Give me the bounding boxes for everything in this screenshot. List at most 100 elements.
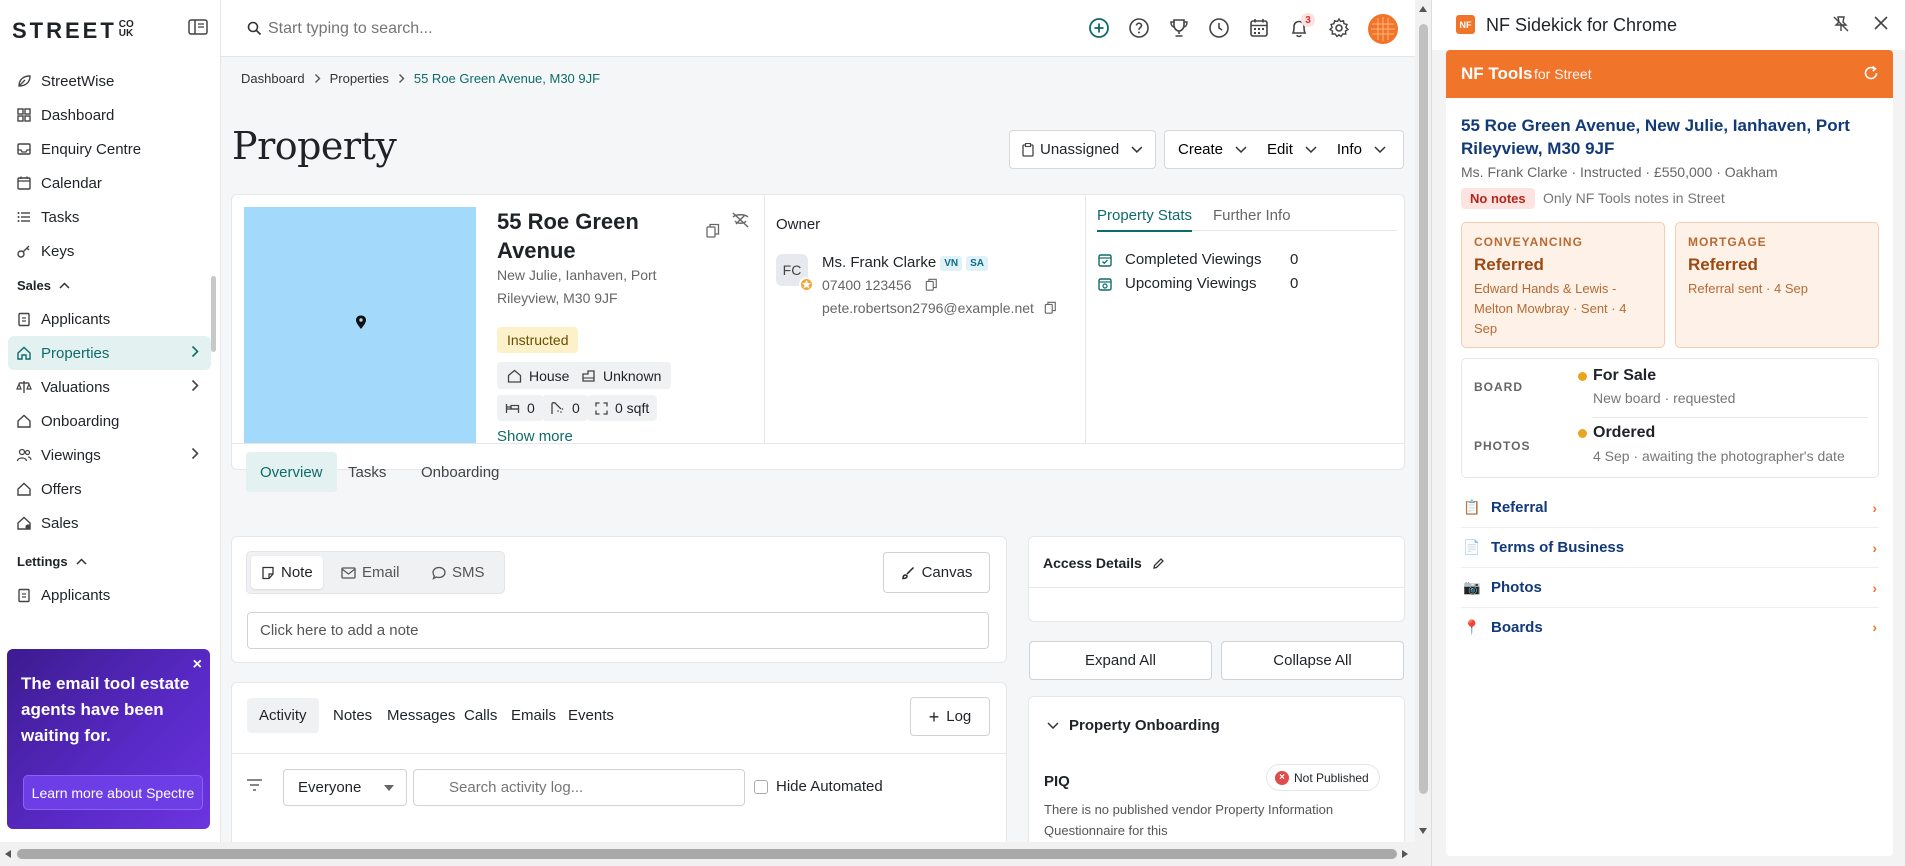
gear-icon[interactable] [1327,16,1351,40]
plus-circle-icon[interactable] [1087,16,1111,40]
scroll-up-icon[interactable] [1419,6,1427,12]
sidebar-item-tasks[interactable]: Tasks [0,200,221,234]
owner-email[interactable]: pete.robertson2796@example.net [822,300,1034,316]
filter-icon[interactable] [246,779,263,791]
close-icon[interactable]: × [193,656,202,674]
stat-value: 0 [1290,251,1299,268]
scrollbar-thumb[interactable] [1419,24,1428,794]
sidebar-scrollbar[interactable] [211,276,216,352]
clock-icon[interactable] [1207,16,1231,40]
breadcrumb-dashboard[interactable]: Dashboard [241,71,305,86]
sidekick-header: NF NF Sidekick for Chrome [1432,0,1905,50]
breadcrumb-properties[interactable]: Properties [330,71,389,86]
copy-icon[interactable] [706,223,720,238]
pencil-icon[interactable] [1152,557,1165,570]
boards-link[interactable]: 📍 Boards › [1461,607,1879,647]
sidebar-section-sales[interactable]: Sales [0,268,221,302]
checkbox[interactable] [754,779,768,794]
scroll-right-icon[interactable] [1402,850,1408,858]
tab-activity[interactable]: Activity [247,698,319,733]
tab-property-stats[interactable]: Property Stats [1097,207,1193,232]
note-tab[interactable]: Note [251,556,323,589]
tab-tasks[interactable]: Tasks [334,452,400,492]
onboarding-header[interactable]: Property Onboarding [1047,717,1220,734]
sidebar-item-valuations[interactable]: Valuations [0,370,221,404]
copy-icon[interactable] [1044,301,1057,314]
mortgage-card[interactable]: MORTGAGE Referred Referral sent · 4 Sep [1675,222,1879,348]
assign-dropdown[interactable]: Unassigned [1009,130,1156,169]
map-hide-icon[interactable] [731,212,750,229]
sidebar-item-label: Dashboard [41,106,115,124]
owner-tag-sa: SA [966,256,988,271]
street-logo[interactable]: STREET CO UK [12,18,134,44]
email-tab[interactable]: Email [331,556,410,589]
everyone-select[interactable]: Everyone [283,769,407,806]
sidebar-item-sales[interactable]: Sales [0,506,221,540]
trophy-icon[interactable] [1167,16,1191,40]
sidebar-item-lettings-applicants[interactable]: Applicants [0,578,221,612]
global-search-input[interactable] [268,17,628,41]
canvas-button[interactable]: Canvas [883,552,990,593]
tab-overview[interactable]: Overview [246,452,337,492]
sidebar-item-enquiry-centre[interactable]: Enquiry Centre [0,132,221,166]
conveyancing-card[interactable]: CONVEYANCING Referred Edward Hands & Lew… [1461,222,1665,348]
promo-text: The email tool estate agents have been w… [21,674,190,745]
user-avatar[interactable] [1368,14,1398,44]
collapse-all-button[interactable]: Collapse All [1221,641,1404,680]
scroll-left-icon[interactable] [5,850,11,858]
expand-all-button[interactable]: Expand All [1029,641,1212,680]
photos-link[interactable]: 📷 Photos › [1461,568,1879,608]
horizontal-scrollbar[interactable] [0,842,1431,866]
sidebar-section-lettings[interactable]: Lettings [0,544,221,578]
chevron-right-icon [191,447,199,460]
sidebar-toggle-icon[interactable] [188,19,210,37]
note-input[interactable]: Click here to add a note [247,612,989,649]
scrollbar-thumb[interactable] [17,849,1397,859]
sidekick-address[interactable]: 55 Roe Green Avenue, New Julie, Ianhaven… [1461,114,1886,160]
sidebar-item-calendar[interactable]: Calendar [0,166,221,200]
sidebar-item-applicants[interactable]: Applicants [0,302,221,336]
sidebar-item-viewings[interactable]: Viewings [0,438,221,472]
owner-name[interactable]: Ms. Frank Clarke [822,254,936,271]
log-button[interactable]: + Log [910,697,990,736]
everyone-value: Everyone [298,779,362,796]
referral-link[interactable]: 📋 Referral › [1461,488,1879,528]
board-row[interactable]: BOARD For Sale New board · requested [1462,359,1880,417]
tab-further-info[interactable]: Further Info [1213,207,1291,230]
sidebar-item-onboarding[interactable]: Onboarding [0,404,221,438]
copy-icon[interactable] [925,278,938,291]
owner-phone[interactable]: 07400 123456 [822,277,912,293]
photos-row[interactable]: PHOTOS Ordered 4 Sep · awaiting the phot… [1462,417,1880,475]
edit-dropdown[interactable]: Edit [1257,131,1327,168]
sidebar-item-offers[interactable]: Offers [0,472,221,506]
sidebar-item-properties[interactable]: Properties [8,336,211,370]
tab-onboarding[interactable]: Onboarding [407,452,513,492]
log-label: Log [946,708,972,725]
calendar-icon[interactable] [1247,16,1271,40]
unpin-icon[interactable] [1832,15,1850,33]
terms-of-business-link[interactable]: 📄 Terms of Business › [1461,528,1879,568]
conveyancing-detail: Edward Hands & Lewis - Melton Mowbray · … [1474,281,1627,336]
bell-icon[interactable]: 3 [1287,13,1315,40]
tab-events[interactable]: Events [556,698,626,733]
help-icon[interactable] [1127,16,1151,40]
property-map[interactable] [244,207,476,443]
property-type: House [529,367,570,384]
create-dropdown[interactable]: Create [1165,131,1257,168]
activity-search-input[interactable] [413,769,745,806]
learn-more-button[interactable]: Learn more about Spectre [23,775,203,810]
refresh-icon[interactable] [1863,65,1879,81]
info-dropdown[interactable]: Info [1327,131,1396,168]
close-icon[interactable] [1873,15,1889,31]
sidebar-item-dashboard[interactable]: Dashboard [0,98,221,132]
hide-automated-toggle[interactable]: Hide Automated [754,778,883,795]
house-icon [507,369,522,383]
chevron-up-icon [76,557,87,565]
divider [1085,195,1086,443]
vertical-scrollbar[interactable] [1415,0,1431,842]
sidebar-item-keys[interactable]: Keys [0,234,221,268]
sms-tab[interactable]: SMS [422,556,495,589]
breadcrumb: Dashboard Properties 55 Roe Green Avenue… [241,71,600,86]
scroll-down-icon[interactable] [1419,828,1427,834]
sidebar-item-streetwise[interactable]: StreetWise [0,64,221,98]
